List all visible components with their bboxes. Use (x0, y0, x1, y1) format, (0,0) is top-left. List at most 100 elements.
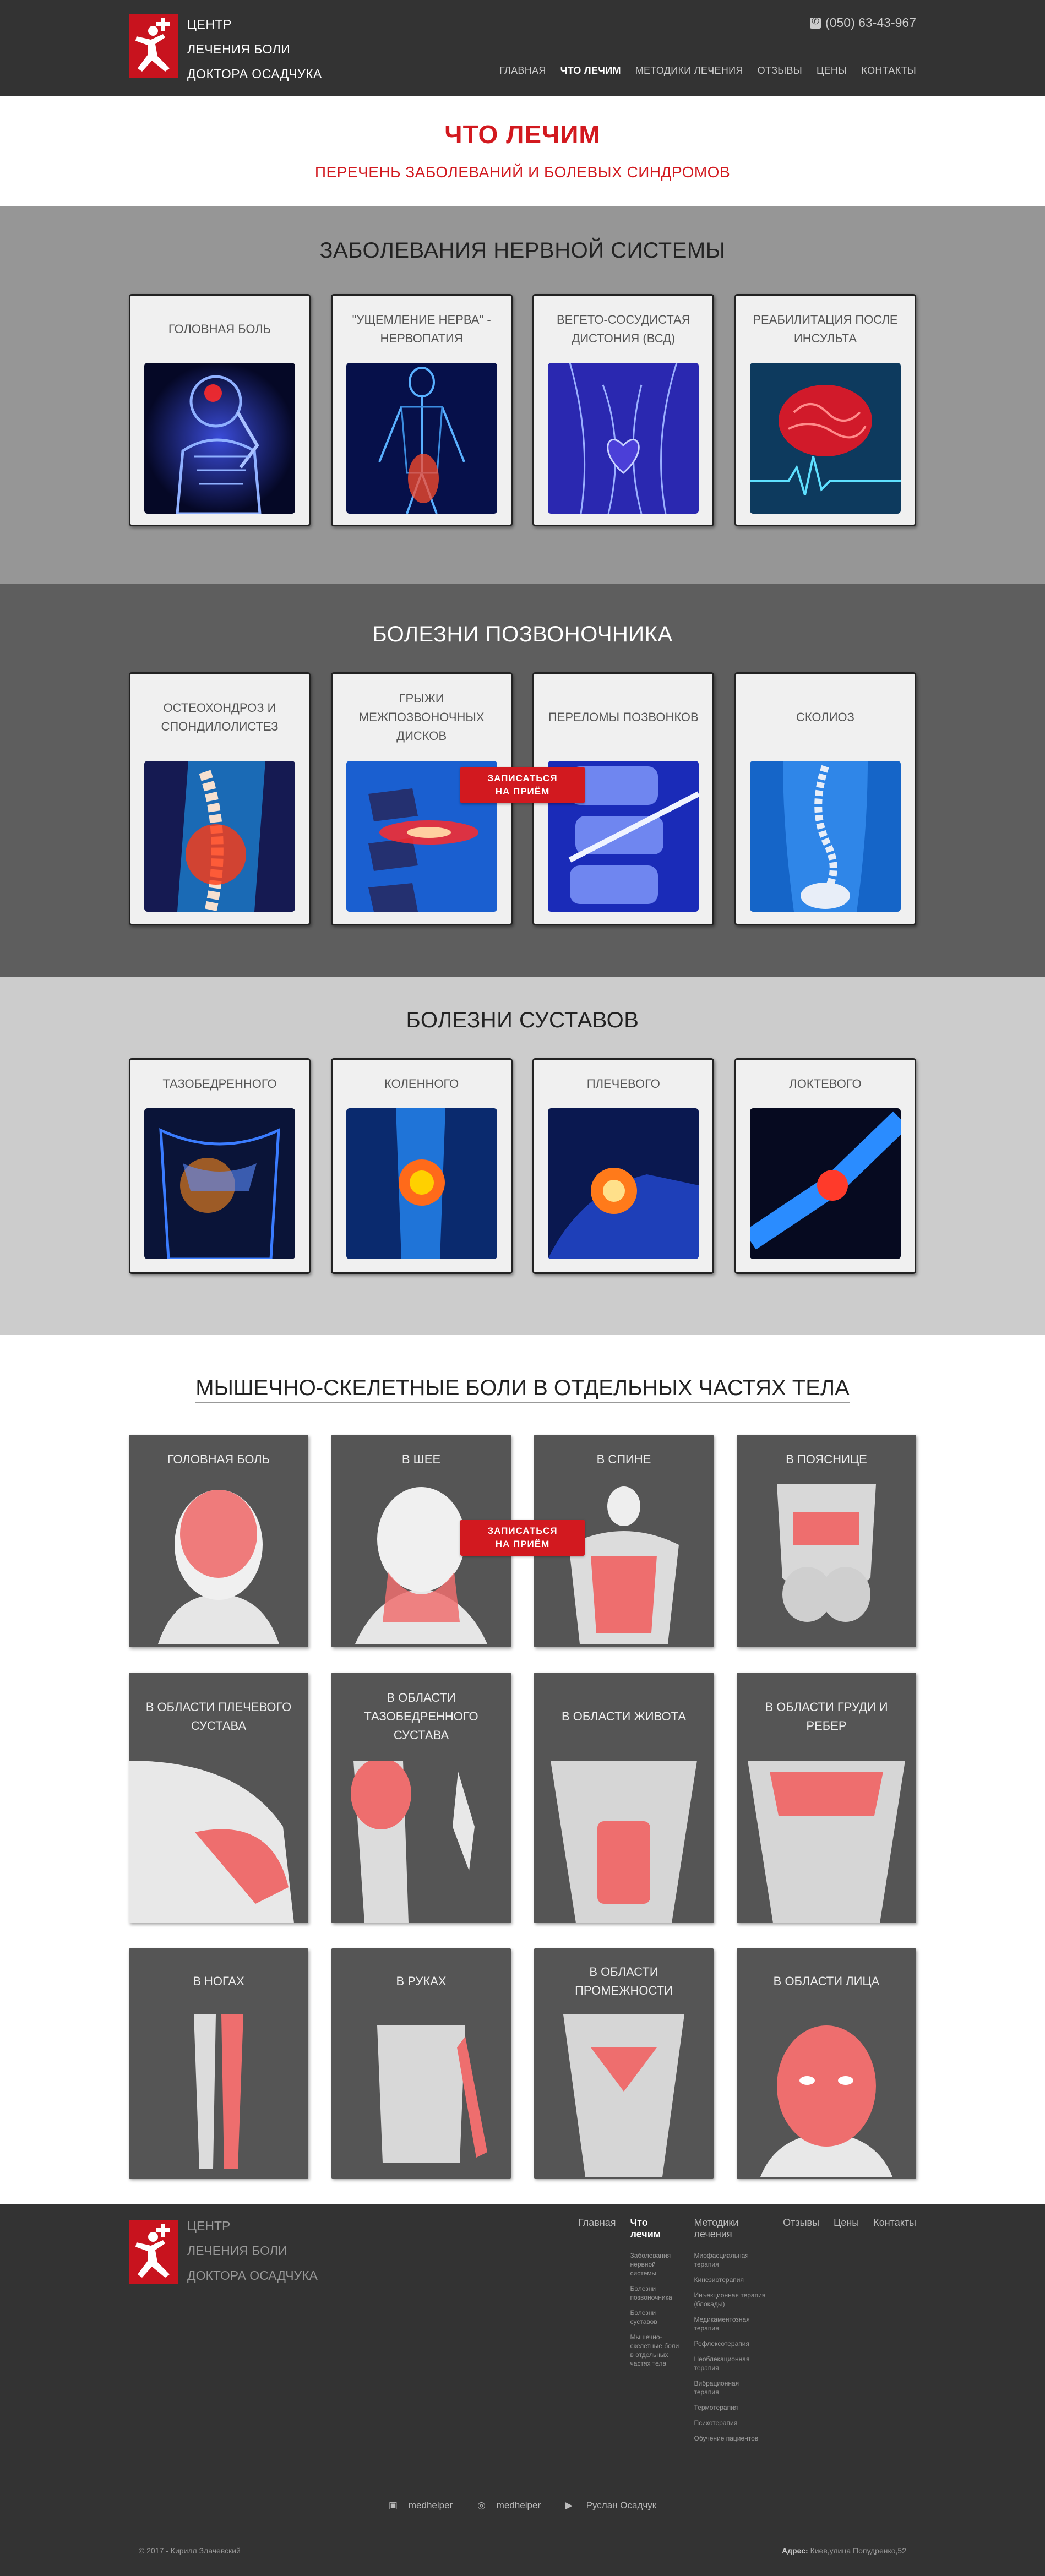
brand-name: ЦЕНТР ЛЕЧЕНИЯ БОЛИ ДОКТОРА ОСАДЧУКА (187, 17, 322, 81)
copyright: © 2017 - Кирилл Злачевский (139, 2546, 241, 2555)
nav-home[interactable]: ГЛАВНАЯ (485, 65, 546, 77)
facebook-link[interactable]: ▣ medhelper (383, 2500, 458, 2510)
footer-nav: Главная Что лечим Заболевания нервной си… (564, 2217, 916, 2449)
section-title: БОЛЕЗНИ СУСТАВОВ (406, 1008, 639, 1032)
card-muscle-arms[interactable]: В РУКАХ (331, 1948, 511, 2179)
footer-link[interactable]: Инъекционная терапия (блокады) (694, 2291, 766, 2308)
section-joints: БОЛЕЗНИ СУСТАВОВ ТАЗОБЕДРЕННОГО КОЛЕННОГ… (0, 977, 1045, 1335)
card-elbow[interactable]: ЛОКТЕВОГО (734, 1058, 916, 1274)
footer-link[interactable]: Вибрационная терапия (694, 2379, 766, 2397)
youtube-icon: ▶ (565, 2500, 573, 2510)
footer-nav-what-we-treat[interactable]: Что лечим (630, 2217, 680, 2240)
lower-back-image (777, 1484, 876, 1622)
footer-link[interactable]: Термотерапия (694, 2403, 766, 2412)
card-neuropathy[interactable]: "УЩЕМЛЕНИЕ НЕРВА" - НЕРВОПАТИЯ (330, 294, 513, 526)
card-headache[interactable]: ГОЛОВНАЯ БОЛЬ (129, 294, 311, 526)
nav-what-we-treat[interactable]: ЧТО ЛЕЧИМ (546, 65, 621, 77)
card-muscle-headache[interactable]: ГОЛОВНАЯ БОЛЬ (129, 1435, 308, 1647)
facebook-icon: ▣ (388, 2500, 398, 2510)
card-muscle-chest[interactable]: В ОБЛАСТИ ГРУДИ И РЕБЕР (737, 1673, 916, 1923)
nav-contacts[interactable]: КОНТАКТЫ (847, 65, 916, 77)
card-muscle-abdomen[interactable]: В ОБЛАСТИ ЖИВОТА (534, 1673, 714, 1923)
legs-image (194, 2014, 243, 2169)
section-musculoskeletal: МЫШЕЧНО-СКЕЛЕТНЫЕ БОЛИ В ОТДЕЛЬНЫХ ЧАСТЯ… (0, 1335, 1045, 2204)
footer-nav-contacts[interactable]: Контакты (873, 2217, 916, 2229)
footer-nav-home[interactable]: Главная (578, 2217, 616, 2229)
footer-nav-prices[interactable]: Цены (834, 2217, 859, 2229)
card-muscle-lower-back[interactable]: В ПОЯСНИЦЕ (737, 1435, 916, 1647)
card-knee[interactable]: КОЛЕННОГО (330, 1058, 513, 1274)
knee-image (346, 1108, 497, 1259)
footer-link[interactable]: Кинезиотерапия (694, 2275, 766, 2284)
card-muscle-perineum[interactable]: В ОБЛАСТИ ПРОМЕЖНОСТИ (534, 1948, 714, 2179)
footer-nav-reviews[interactable]: Отзывы (783, 2217, 819, 2229)
back-image (569, 1486, 679, 1644)
phone-icon (810, 16, 821, 29)
instagram-link[interactable]: ◎ medhelper (472, 2500, 546, 2510)
head-back-image (158, 1490, 279, 1644)
headache-image (144, 363, 295, 514)
page-title: ЧТО ЛЕЧИМ (444, 120, 601, 149)
youtube-link[interactable]: ▶ Руслан Осадчук (560, 2500, 662, 2510)
card-muscle-legs[interactable]: В НОГАХ (129, 1948, 308, 2179)
footer-link[interactable]: Обучение пациентов (694, 2434, 766, 2443)
footer-nav-methods[interactable]: Методики лечения (694, 2217, 769, 2240)
book-appointment-button-2[interactable]: ЗАПИСАТЬСЯ НА ПРИЁМ (460, 1520, 585, 1556)
osteochondrosis-image (144, 761, 295, 912)
dystonia-image (548, 363, 699, 514)
phone-number[interactable]: (050) 63-43-967 (810, 15, 916, 30)
section-nervous-system: ЗАБОЛЕВАНИЯ НЕРВНОЙ СИСТЕМЫ ГОЛОВНАЯ БОЛ… (0, 206, 1045, 584)
card-hip[interactable]: ТАЗОБЕДРЕННОГО (129, 1058, 311, 1274)
card-muscle-face[interactable]: В ОБЛАСТИ ЛИЦА (737, 1948, 916, 2179)
card-shoulder[interactable]: ПЛЕЧЕВОГО (532, 1058, 715, 1274)
site-header: ЦЕНТР ЛЕЧЕНИЯ БОЛИ ДОКТОРА ОСАДЧУКА (050… (0, 0, 1045, 96)
footer-link[interactable]: Болезни позвоночника (630, 2284, 680, 2302)
hip-image (144, 1108, 295, 1259)
logo-icon (135, 2224, 170, 2278)
arms-image (377, 2025, 487, 2163)
footer-link[interactable]: Болезни суставов (630, 2308, 680, 2326)
perineum-image (563, 2014, 684, 2177)
footer-logo[interactable] (129, 2220, 178, 2284)
page-heading: ЧТО ЛЕЧИМ ПЕРЕЧЕНЬ ЗАБОЛЕВАНИЙ И БОЛЕВЫХ… (0, 96, 1045, 206)
book-appointment-button[interactable]: ЗАПИСАТЬСЯ НА ПРИЁМ (460, 767, 585, 803)
section-title: ЗАБОЛЕВАНИЯ НЕРВНОЙ СИСТЕМЫ (319, 238, 726, 263)
footer-link[interactable]: Необлекационная терапия (694, 2355, 766, 2372)
shoulder-image (548, 1108, 699, 1259)
abdomen-image (551, 1761, 697, 1923)
card-muscle-hip[interactable]: В ОБЛАСТИ ТАЗОБЕДРЕННОГО СУСТАВА (331, 1673, 511, 1923)
face-image (760, 2025, 892, 2177)
footer-link[interactable]: Заболевания нервной системы (630, 2251, 680, 2278)
footer-link[interactable]: Психотерапия (694, 2419, 766, 2427)
hip-muscle-image (351, 1761, 475, 1923)
chest-image (748, 1761, 905, 1923)
site-footer: ЦЕНТР ЛЕЧЕНИЯ БОЛИ ДОКТОРА ОСАДЧУКА Глав… (0, 2204, 1045, 2576)
footer-link[interactable]: Миофасциальная терапия (694, 2251, 766, 2269)
card-scoliosis[interactable]: СКОЛИОЗ (734, 672, 916, 925)
shoulder-muscle-image (129, 1761, 294, 1923)
footer-brand-name: ЦЕНТР ЛЕЧЕНИЯ БОЛИ ДОКТОРА ОСАДЧУКА (187, 2219, 318, 2283)
social-links: ▣ medhelper ◎ medhelper ▶ Руслан Осадчук (129, 2500, 916, 2511)
section-title: БОЛЕЗНИ ПОЗВОНОЧНИКА (372, 622, 673, 646)
stroke-rehab-image (749, 363, 901, 514)
neck-image (355, 1487, 487, 1644)
nav-methods[interactable]: МЕТОДИКИ ЛЕЧЕНИЯ (621, 65, 743, 77)
nav-reviews[interactable]: ОТЗЫВЫ (743, 65, 802, 77)
main-nav: ГЛАВНАЯ ЧТО ЛЕЧИМ МЕТОДИКИ ЛЕЧЕНИЯ ОТЗЫВ… (485, 65, 916, 77)
logo[interactable] (129, 14, 178, 78)
nav-prices[interactable]: ЦЕНЫ (802, 65, 847, 77)
card-stroke-rehab[interactable]: РЕАБИЛИТАЦИЯ ПОСЛЕ ИНСУЛЬТА (734, 294, 916, 526)
logo-icon (135, 18, 170, 72)
footer-link[interactable]: Медикаментозная терапия (694, 2315, 766, 2333)
page-subtitle: ПЕРЕЧЕНЬ ЗАБОЛЕВАНИЙ И БОЛЕВЫХ СИНДРОМОВ (314, 164, 731, 181)
card-osteochondrosis[interactable]: ОСТЕОХОНДРОЗ И СПОНДИЛОЛИСТЕЗ (129, 672, 311, 925)
neuropathy-image (346, 363, 497, 514)
footer-link[interactable]: Мышечно-скелетные боли в отдельных частя… (630, 2333, 680, 2368)
scoliosis-image (749, 761, 901, 912)
elbow-image (749, 1108, 901, 1259)
footer-link[interactable]: Рефлексотерапия (694, 2339, 766, 2348)
card-dystonia[interactable]: ВЕГЕТО-СОСУДИСТАЯ ДИСТОНИЯ (ВСД) (532, 294, 715, 526)
section-title: МЫШЕЧНО-СКЕЛЕТНЫЕ БОЛИ В ОТДЕЛЬНЫХ ЧАСТЯ… (129, 1376, 916, 1403)
card-muscle-shoulder[interactable]: В ОБЛАСТИ ПЛЕЧЕВОГО СУСТАВА (129, 1673, 308, 1923)
address: Адрес: Киев,улица Попудренко,52 (782, 2546, 906, 2555)
